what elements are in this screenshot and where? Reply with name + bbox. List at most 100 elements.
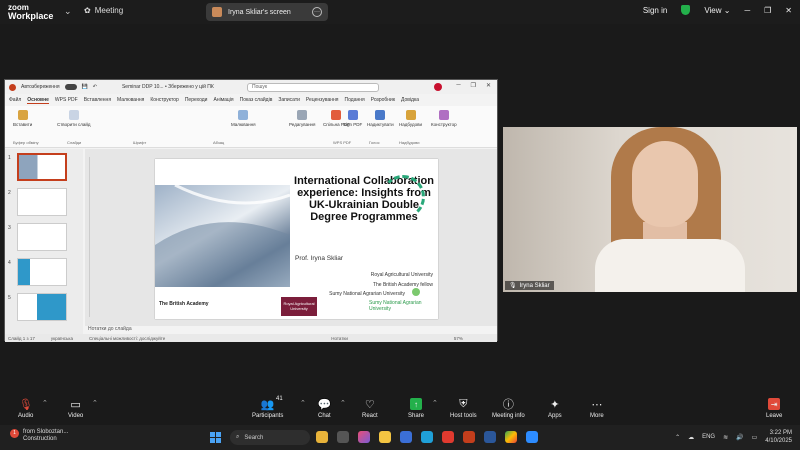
tab-transitions[interactable]: Переходи bbox=[185, 97, 208, 103]
audio-options-caret-icon[interactable]: ⌃ bbox=[42, 399, 48, 407]
react-button[interactable]: ♡ React bbox=[362, 398, 378, 420]
chrome-icon[interactable] bbox=[505, 431, 517, 443]
participants-caret-icon[interactable]: ⌃ bbox=[300, 399, 306, 407]
leave-button[interactable]: ⇥ Leave bbox=[766, 398, 782, 419]
telegram-icon[interactable] bbox=[400, 431, 412, 443]
tab-record[interactable]: Записати bbox=[278, 97, 300, 103]
share-caret-icon[interactable]: ⌃ bbox=[432, 399, 438, 407]
video-options-caret-icon[interactable]: ⌃ bbox=[92, 399, 98, 407]
more-options-icon[interactable]: ··· bbox=[312, 7, 322, 17]
zoom-level[interactable]: 57% bbox=[454, 336, 463, 341]
tab-draw[interactable]: Малювання bbox=[117, 97, 144, 103]
zoom-app-icon[interactable] bbox=[526, 431, 538, 443]
tab-view[interactable]: Подання bbox=[345, 97, 365, 103]
green-logo-mark bbox=[412, 288, 420, 296]
tab-animations[interactable]: Анімація bbox=[213, 97, 233, 103]
tab-design[interactable]: Конструктор bbox=[150, 97, 179, 103]
widget-line2: Construction bbox=[23, 436, 57, 442]
windows-start-icon[interactable] bbox=[210, 432, 221, 443]
addins-button[interactable]: Надбудови bbox=[399, 110, 422, 127]
meeting-menu[interactable]: ✿ Meeting bbox=[84, 6, 123, 15]
edge-icon[interactable] bbox=[421, 431, 433, 443]
battery-icon[interactable]: ▭ bbox=[752, 434, 758, 441]
zoom-logo: zoom Workplace bbox=[8, 3, 53, 21]
slide-number: 2 bbox=[8, 190, 11, 196]
audio-button[interactable]: 🎙 Audio bbox=[18, 398, 33, 420]
chat-button[interactable]: 💬 Chat bbox=[318, 398, 332, 420]
save-icon[interactable]: 💾 bbox=[82, 84, 88, 90]
video-button[interactable]: ▭ Video bbox=[68, 398, 83, 420]
sign-pdf-button[interactable]: Sign PDF bbox=[343, 110, 362, 127]
tab-wps-pdf[interactable]: WPS PDF bbox=[55, 97, 78, 103]
notes-toggle[interactable]: Нотатки bbox=[331, 336, 348, 341]
ppt-ribbon-tabs: Файл Основне WPS PDF Вставлення Малюванн… bbox=[5, 95, 497, 105]
share-button[interactable]: ↑ Share bbox=[408, 398, 424, 419]
camera-icon: ▭ bbox=[70, 398, 81, 411]
slide-thumbnail-1[interactable] bbox=[17, 153, 67, 181]
clock[interactable]: 3:22 PM 4/10/2025 bbox=[765, 429, 792, 445]
tab-help[interactable]: Довідка bbox=[401, 97, 419, 103]
cloud-icon[interactable]: ☁ bbox=[688, 434, 694, 441]
tab-slideshow[interactable]: Показ слайдів bbox=[240, 97, 273, 103]
file-explorer-icon[interactable] bbox=[379, 431, 391, 443]
new-slide-button[interactable]: Створити слайд bbox=[57, 110, 91, 127]
view-button[interactable]: View ⌄ bbox=[704, 6, 730, 15]
minimize-icon[interactable]: ─ bbox=[744, 6, 750, 15]
meeting-info-button[interactable]: ⓘ Meeting info bbox=[492, 398, 525, 419]
apps-button[interactable]: ✦ Apps bbox=[548, 398, 562, 420]
chevron-up-icon[interactable]: ⌃ bbox=[675, 434, 680, 441]
user-avatar[interactable] bbox=[434, 83, 442, 91]
sign-in-button[interactable]: Sign in bbox=[643, 6, 667, 15]
tab-developer[interactable]: Розробник bbox=[371, 97, 395, 103]
more-button[interactable]: ⋯ More bbox=[590, 398, 604, 420]
wifi-icon[interactable]: ≋ bbox=[723, 434, 728, 441]
ppt-close-icon[interactable]: ✕ bbox=[486, 82, 491, 89]
slide-thumbnail-4[interactable] bbox=[17, 258, 67, 286]
task-view-icon[interactable] bbox=[337, 431, 349, 443]
paste-button[interactable]: Вставити bbox=[13, 110, 32, 127]
editing-label: Редагування bbox=[289, 122, 316, 127]
word-app-icon[interactable] bbox=[484, 431, 496, 443]
slide-thumbnail-2[interactable] bbox=[17, 188, 67, 216]
host-tools-button[interactable]: ⛨ Host tools bbox=[450, 398, 477, 420]
opera-icon[interactable] bbox=[442, 431, 454, 443]
participants-count: 41 bbox=[276, 396, 283, 402]
slide-number: 4 bbox=[8, 260, 11, 266]
tab-insert[interactable]: Вставлення bbox=[84, 97, 111, 103]
undo-icon[interactable]: ↶ bbox=[93, 84, 97, 90]
news-widget[interactable]: 1 from Sloboztan... Construction bbox=[10, 429, 68, 443]
tab-home[interactable]: Основне bbox=[27, 97, 49, 104]
slide-thumbnail-5[interactable] bbox=[17, 293, 67, 321]
tab-review[interactable]: Рецензування bbox=[306, 97, 339, 103]
ppt-minimize-icon[interactable]: ─ bbox=[456, 82, 460, 89]
dictate-button[interactable]: Надиктувати bbox=[367, 110, 394, 127]
new-slide-icon bbox=[68, 110, 79, 120]
ppt-search-input[interactable]: Пошук bbox=[247, 83, 379, 92]
chevron-down-icon[interactable]: ⌄ bbox=[64, 6, 72, 17]
curve-graphic bbox=[155, 185, 290, 287]
language-indicator[interactable]: ENG bbox=[702, 434, 715, 440]
editing-button[interactable]: Редагування bbox=[289, 110, 315, 127]
accessibility-status[interactable]: Спеціальні можливості: досліджуйте bbox=[89, 336, 165, 341]
designer-button[interactable]: Конструктор bbox=[431, 110, 457, 127]
autosave-toggle[interactable] bbox=[64, 84, 77, 90]
powerpoint-app-icon[interactable] bbox=[463, 431, 475, 443]
windows-taskbar: 1 from Sloboztan... Construction ⌕ Searc… bbox=[0, 425, 800, 450]
participant-video[interactable]: 🎙 Iryna Skliar bbox=[503, 127, 797, 292]
widgets-app-icon[interactable] bbox=[316, 431, 328, 443]
restore-icon[interactable]: ❐ bbox=[764, 6, 771, 15]
notes-pane[interactable]: Нотатки до слайда bbox=[85, 326, 497, 334]
slide-thumbnail-3[interactable] bbox=[17, 223, 67, 251]
ppt-restore-icon[interactable]: ❐ bbox=[471, 82, 476, 89]
shield-icon[interactable] bbox=[681, 5, 691, 15]
close-icon[interactable]: ✕ bbox=[785, 6, 792, 15]
drawing-button[interactable]: Малювання bbox=[231, 110, 256, 127]
chat-caret-icon[interactable]: ⌃ bbox=[340, 399, 346, 407]
taskbar-search[interactable]: ⌕ Search bbox=[230, 430, 310, 445]
screen-share-indicator[interactable]: Iryna Skliar's screen ··· bbox=[206, 3, 328, 21]
volume-icon[interactable]: 🔊 bbox=[736, 434, 743, 441]
tab-file[interactable]: Файл bbox=[9, 97, 21, 103]
copilot-icon[interactable] bbox=[358, 431, 370, 443]
rau-logo: Royal Agricultural University bbox=[281, 297, 317, 316]
current-slide[interactable]: International Collaboration experience: … bbox=[155, 159, 438, 319]
